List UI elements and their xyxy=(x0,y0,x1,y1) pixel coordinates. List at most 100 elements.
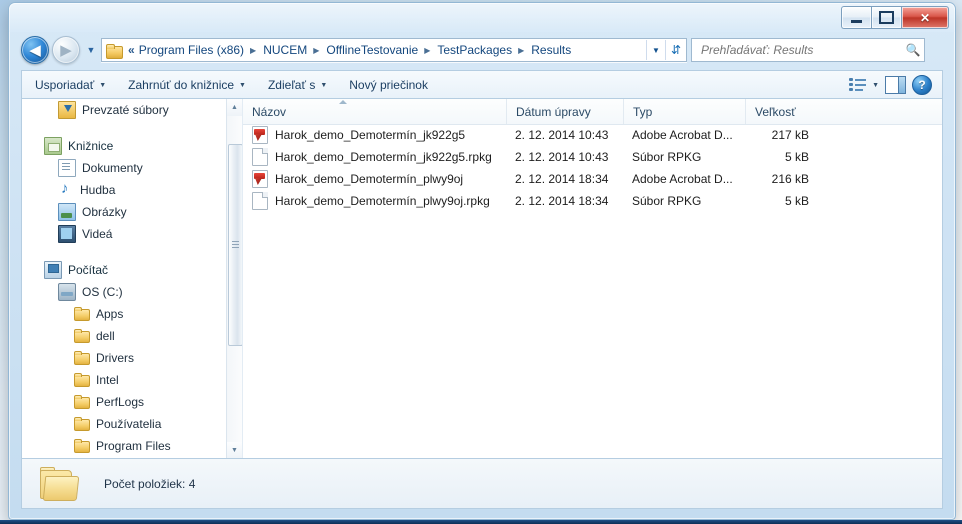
scroll-down-button[interactable]: ▼ xyxy=(227,442,242,459)
breadcrumb-item[interactable]: OfflineTestovanie xyxy=(324,43,420,57)
cell-name: Harok_demo_Demotermín_jk922g5 xyxy=(243,126,506,144)
search-input[interactable] xyxy=(699,40,902,60)
file-name-label: Harok_demo_Demotermín_jk922g5.rpkg xyxy=(275,150,492,164)
recent-locations-button[interactable]: ▼ xyxy=(85,37,97,63)
column-header-date[interactable]: Dátum úpravy xyxy=(506,99,623,124)
sidebar-item-label: PerfLogs xyxy=(96,395,145,409)
column-label: Typ xyxy=(633,104,653,119)
breadcrumb-item[interactable]: Results xyxy=(529,43,573,57)
minimize-icon xyxy=(851,20,862,23)
tree-group-spacer xyxy=(22,245,227,259)
scroll-up-button[interactable]: ▲ xyxy=(227,99,242,116)
view-mode-chevron-down-icon[interactable]: ▼ xyxy=(872,82,879,89)
taskbar xyxy=(0,520,962,524)
toolbar-button-include-in-library[interactable]: Zahrnúť do knižnice ▼ xyxy=(119,74,255,96)
sidebar-item-apps[interactable]: Apps xyxy=(22,303,227,325)
folder-icon xyxy=(74,438,90,454)
navigation-bar: ◀ ▶ ▼ «Program Files (x86) ▶ NUCEM ▶ Offline… xyxy=(9,32,955,68)
toolbar-button-new-folder[interactable]: Nový priečinok xyxy=(340,74,437,96)
maximize-button[interactable] xyxy=(871,6,902,29)
toolbar-button-share-with[interactable]: Zdieľať s ▼ xyxy=(259,74,336,96)
sidebar-item-po-ta[interactable]: Počítač xyxy=(22,259,227,281)
cell-size: 5 kB xyxy=(784,150,809,164)
pdf-file-icon xyxy=(252,170,268,188)
title-bar[interactable]: ✕ xyxy=(9,3,955,32)
column-header-name[interactable]: Názov xyxy=(243,99,506,124)
sidebar-item-intel[interactable]: Intel xyxy=(22,369,227,391)
chevron-down-icon: ▼ xyxy=(86,45,96,55)
sidebar-item-vide[interactable]: Videá xyxy=(22,223,227,245)
breadcrumb-separator-icon[interactable]: ▶ xyxy=(420,46,435,55)
address-dropdown-button[interactable]: ▼ xyxy=(646,40,665,60)
breadcrumb-item[interactable]: NUCEM xyxy=(261,43,309,57)
minimize-button[interactable] xyxy=(841,6,871,29)
close-button[interactable]: ✕ xyxy=(902,6,949,29)
cell-type: Súbor RPKG xyxy=(632,194,702,208)
toolbar-label: Usporiadať xyxy=(35,78,95,92)
view-mode-icon[interactable] xyxy=(849,78,867,92)
close-icon: ✕ xyxy=(919,10,931,25)
sidebar-item-hudba[interactable]: Hudba xyxy=(22,179,227,201)
documents-icon xyxy=(58,159,76,177)
sidebar-item-kni-nice[interactable]: Knižnice xyxy=(22,135,227,157)
column-headers: Názov Dátum úpravy Typ Veľkosť xyxy=(243,99,942,125)
forward-button[interactable]: ▶ xyxy=(52,36,80,64)
computer-icon xyxy=(44,261,62,279)
sidebar-item-obr-zky[interactable]: Obrázky xyxy=(22,201,227,223)
breadcrumb: «Program Files (x86) ▶ NUCEM ▶ OfflineTestov… xyxy=(126,43,573,57)
folder-icon xyxy=(74,350,90,366)
sidebar-item-pou-vatelia[interactable]: Používatelia xyxy=(22,413,227,435)
sidebar-item-os-c[interactable]: OS (C:) xyxy=(22,281,227,303)
folder-icon xyxy=(38,466,82,502)
file-rows: Harok_demo_Demotermín_jk922g5 2. 12. 2014… xyxy=(243,124,942,212)
breadcrumb-separator-icon[interactable]: ▶ xyxy=(246,46,261,55)
sidebar-item-dokumenty[interactable]: Dokumenty xyxy=(22,157,227,179)
preview-pane-icon[interactable] xyxy=(885,76,906,94)
breadcrumb-overflow[interactable]: « xyxy=(126,43,137,57)
sidebar-item-prevzat-s-bory[interactable]: Prevzaté súbory xyxy=(22,99,227,121)
sort-ascending-icon xyxy=(339,100,347,104)
table-row[interactable]: Harok_demo_Demotermín_jk922g5.rpkg 2. 12.… xyxy=(243,146,942,168)
triangle-up-icon: ▲ xyxy=(231,104,238,111)
window-controls: ✕ xyxy=(841,6,949,29)
chevron-down-icon: ▼ xyxy=(320,81,328,89)
sidebar-item-label: Intel xyxy=(96,373,119,387)
table-row[interactable]: Harok_demo_Demotermín_plwy9oj.rpkg 2. 12.… xyxy=(243,190,942,212)
sidebar-item-drivers[interactable]: Drivers xyxy=(22,347,227,369)
back-arrow-icon: ◀ xyxy=(29,42,41,59)
breadcrumb-item[interactable]: TestPackages xyxy=(435,43,514,57)
sidebar-item-perflogs[interactable]: PerfLogs xyxy=(22,391,227,413)
breadcrumb-separator-icon[interactable]: ▶ xyxy=(309,46,324,55)
navigation-scrollbar[interactable]: ▲ ▼ xyxy=(226,99,242,459)
tree-group-spacer xyxy=(22,121,227,135)
address-bar[interactable]: «Program Files (x86) ▶ NUCEM ▶ OfflineTestov… xyxy=(101,38,687,62)
sidebar-item-label: Hudba xyxy=(80,183,116,197)
cell-name: Harok_demo_Demotermín_jk922g5.rpkg xyxy=(243,148,506,166)
file-name-label: Harok_demo_Demotermín_jk922g5 xyxy=(275,128,466,142)
sidebar-item-dell[interactable]: dell xyxy=(22,325,227,347)
sidebar-item-program-files[interactable]: Program Files xyxy=(22,435,227,457)
scrollbar-thumb[interactable] xyxy=(228,144,242,346)
music-icon xyxy=(58,180,74,198)
table-row[interactable]: Harok_demo_Demotermín_plwy9oj 2. 12. 2014… xyxy=(243,168,942,190)
search-icon[interactable]: 🔍 xyxy=(902,43,924,57)
column-header-size[interactable]: Veľkosť xyxy=(745,99,825,124)
pictures-icon xyxy=(58,203,76,221)
breadcrumb-item[interactable]: Program Files (x86) xyxy=(137,43,246,57)
cell-date: 2. 12. 2014 10:43 xyxy=(515,150,609,164)
sidebar-item-label: Počítač xyxy=(68,263,109,277)
command-toolbar: Usporiadať ▼ Zahrnúť do knižnice ▼ Zdieľ… xyxy=(21,70,943,99)
breadcrumb-separator-icon[interactable]: ▶ xyxy=(514,46,529,55)
file-list-pane: Názov Dátum úpravy Typ Veľkosť Harok_dem… xyxy=(243,99,942,459)
refresh-button[interactable]: ⇵ xyxy=(665,40,686,60)
column-label: Dátum úpravy xyxy=(516,104,591,119)
table-row[interactable]: Harok_demo_Demotermín_jk922g5 2. 12. 2014… xyxy=(243,124,942,146)
toolbar-button-organize[interactable]: Usporiadať ▼ xyxy=(26,74,115,96)
sidebar-item-label: Prevzaté súbory xyxy=(82,103,169,117)
search-box[interactable]: 🔍 xyxy=(691,38,925,62)
folder-icon xyxy=(106,43,123,59)
column-header-type[interactable]: Typ xyxy=(623,99,745,124)
help-icon[interactable]: ? xyxy=(912,75,932,95)
chevron-down-icon: ▼ xyxy=(239,81,246,89)
back-button[interactable]: ◀ xyxy=(21,36,49,64)
